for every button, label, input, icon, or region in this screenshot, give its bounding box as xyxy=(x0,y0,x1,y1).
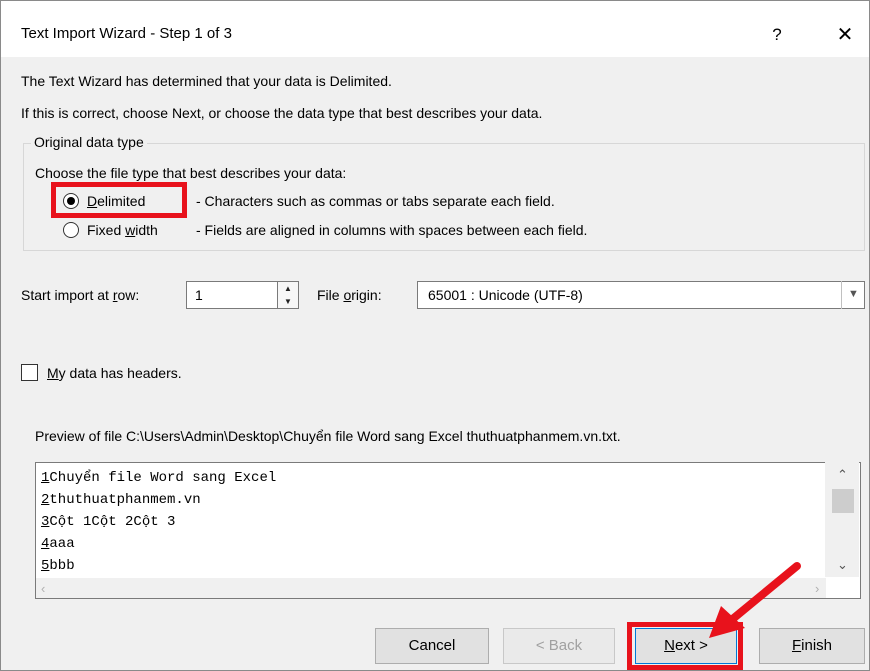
help-button[interactable]: ? xyxy=(761,19,793,51)
back-button[interactable]: < Back xyxy=(503,628,615,664)
red-arrow-annotation xyxy=(709,562,801,638)
preview-label: Preview of file C:\Users\Admin\Desktop\C… xyxy=(35,428,621,444)
start-row-spinner[interactable]: ▲ ▼ xyxy=(277,281,299,309)
intro-line-2: If this is correct, choose Next, or choo… xyxy=(21,105,543,121)
scroll-right-icon[interactable]: › xyxy=(815,581,819,596)
preview-line: 5bbb xyxy=(41,558,75,574)
file-origin-label: File origin: xyxy=(317,287,382,303)
scroll-left-icon[interactable]: ‹ xyxy=(41,581,45,596)
preview-scroll-thumb[interactable] xyxy=(832,489,854,513)
headers-checkbox[interactable] xyxy=(21,364,38,381)
intro-line-1: The Text Wizard has determined that your… xyxy=(21,73,392,89)
headers-checkbox-label[interactable]: My data has headers. xyxy=(47,365,182,381)
scroll-down-icon[interactable]: ⌄ xyxy=(837,557,848,573)
start-row-input[interactable]: 1 xyxy=(186,281,278,309)
file-origin-select[interactable]: 65001 : Unicode (UTF-8) xyxy=(417,281,865,309)
close-button[interactable]: ✕ xyxy=(829,19,861,51)
window-title: Text Import Wizard - Step 1 of 3 xyxy=(21,25,232,42)
original-data-type-label: Original data type xyxy=(31,134,147,150)
spin-down-icon[interactable]: ▼ xyxy=(278,295,298,308)
fixed-width-radio[interactable] xyxy=(63,222,79,238)
preview-line: 2thuthuatphanmem.vn xyxy=(41,492,201,508)
delimited-highlight-box xyxy=(51,182,187,218)
title-bar: Text Import Wizard - Step 1 of 3 ? ✕ xyxy=(1,1,869,57)
fixed-width-description: - Fields are aligned in columns with spa… xyxy=(196,222,588,238)
preview-line: 3Cột 1Cột 2Cột 3 xyxy=(41,514,176,530)
spin-up-icon[interactable]: ▲ xyxy=(278,282,298,295)
fixed-width-label[interactable]: Fixed width xyxy=(87,222,158,238)
delimited-description: - Characters such as commas or tabs sepa… xyxy=(196,193,555,209)
cancel-button[interactable]: Cancel xyxy=(375,628,489,664)
start-row-value: 1 xyxy=(195,287,203,303)
preview-line: 1Chuyển file Word sang Excel xyxy=(41,470,277,486)
scroll-up-icon[interactable]: ⌃ xyxy=(837,467,848,483)
text-import-wizard-dialog: Text Import Wizard - Step 1 of 3 ? ✕ The… xyxy=(0,0,870,671)
chevron-down-icon[interactable]: ▼ xyxy=(841,281,865,309)
file-origin-value: 65001 : Unicode (UTF-8) xyxy=(428,287,583,303)
file-type-prompt: Choose the file type that best describes… xyxy=(35,165,347,181)
start-row-label: Start import at row: xyxy=(21,287,140,303)
preview-line: 4aaa xyxy=(41,536,75,552)
